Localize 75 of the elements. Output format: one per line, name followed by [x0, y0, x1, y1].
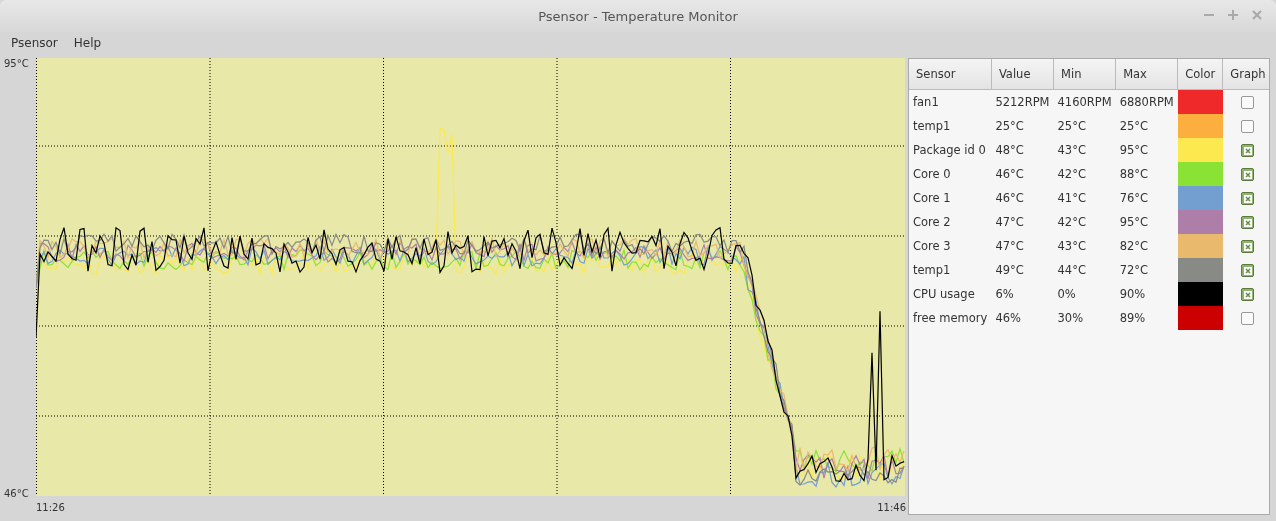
- table-cell-text: 46°C: [994, 190, 1025, 207]
- table-cell-text: 43°C: [1056, 142, 1087, 159]
- table-cell-text: 41°C: [1056, 190, 1087, 207]
- color-swatch[interactable]: [1177, 258, 1223, 282]
- table-cell-text: 44°C: [1056, 262, 1087, 279]
- table-cell-text: 43°C: [1056, 238, 1087, 255]
- table-cell: 72°C: [1115, 258, 1178, 282]
- table-cell-text: Core 0: [912, 166, 952, 183]
- table-cell-text: Package id 0: [912, 142, 987, 159]
- table-cell-text: 42°C: [1056, 214, 1087, 231]
- color-swatch[interactable]: [1177, 89, 1223, 114]
- table-cell-text: 47°C: [994, 214, 1025, 231]
- table-cell-text: 42°C: [1056, 166, 1087, 183]
- window-title: Psensor - Temperature Monitor: [538, 8, 738, 24]
- table-cell-text: 30%: [1056, 310, 1085, 327]
- column-header[interactable]: Sensor: [909, 59, 992, 90]
- table-cell: 6880RPM: [1115, 89, 1178, 114]
- graph-checkbox[interactable]: [1241, 168, 1255, 181]
- column-header[interactable]: Graph: [1222, 59, 1269, 90]
- table-cell: 95°C: [1115, 210, 1178, 234]
- table-cell: 88°C: [1115, 162, 1178, 186]
- graph-checkbox[interactable]: [1241, 240, 1255, 253]
- table-cell-text: temp1: [912, 262, 952, 279]
- column-header[interactable]: Max: [1115, 59, 1178, 90]
- table-cell-text: Core 2: [912, 214, 952, 231]
- table-cell-text: 49°C: [994, 262, 1025, 279]
- table-cell-text: 46%: [994, 310, 1022, 327]
- menu-item[interactable]: Help: [65, 36, 110, 50]
- table-cell: 25°C: [1115, 114, 1178, 138]
- graph-checkbox[interactable]: [1241, 144, 1255, 157]
- table-cell: 90%: [1115, 282, 1178, 306]
- table-cell-text: Core 1: [912, 190, 952, 207]
- table-cell-text: 0%: [1056, 286, 1077, 303]
- column-header[interactable]: Color: [1177, 59, 1223, 90]
- axis-label: 95°C: [4, 58, 30, 69]
- close-icon[interactable]: [1252, 10, 1262, 20]
- table-cell-text: CPU usage: [912, 286, 976, 303]
- graph-checkbox[interactable]: [1241, 96, 1255, 109]
- graph-checkbox[interactable]: [1241, 192, 1255, 205]
- menu-item[interactable]: Psensor: [3, 36, 66, 50]
- table-cell-text: 25°C: [1056, 118, 1087, 135]
- table-cell: 82°C: [1115, 234, 1178, 258]
- table-cell-text: 48°C: [994, 142, 1025, 159]
- table-cell: fan1: [909, 89, 992, 114]
- table-cell-text: free memory: [912, 310, 989, 327]
- color-swatch[interactable]: [1177, 210, 1223, 234]
- table-cell: 4160RPM: [1053, 89, 1116, 114]
- graph-checkbox[interactable]: [1241, 312, 1255, 325]
- column-header[interactable]: Value: [991, 59, 1054, 90]
- table-cell: 76°C: [1115, 186, 1178, 210]
- color-swatch[interactable]: [1177, 282, 1223, 306]
- color-swatch[interactable]: [1177, 234, 1223, 258]
- table-cell: 89%: [1115, 306, 1178, 330]
- table-cell-text: 46°C: [994, 166, 1025, 183]
- column-header[interactable]: Min: [1053, 59, 1116, 90]
- color-swatch[interactable]: [1177, 162, 1223, 186]
- graph-checkbox[interactable]: [1241, 264, 1255, 277]
- graph-checkbox[interactable]: [1241, 216, 1255, 229]
- table-cell-text: 25°C: [994, 118, 1025, 135]
- table-cell: 5212RPM: [991, 89, 1054, 114]
- color-swatch[interactable]: [1177, 186, 1223, 210]
- axis-label: 11:46: [877, 501, 906, 513]
- axis-label: 46°C: [4, 488, 30, 499]
- color-swatch[interactable]: [1177, 306, 1223, 330]
- table-cell-text: Core 3: [912, 238, 952, 255]
- maximize-icon[interactable]: [1228, 10, 1238, 20]
- axis-label: 11:26: [36, 501, 65, 513]
- graph-checkbox[interactable]: [1241, 120, 1255, 133]
- graph-checkbox[interactable]: [1241, 288, 1255, 301]
- table-cell-text: 47°C: [994, 238, 1025, 255]
- color-swatch[interactable]: [1177, 138, 1223, 162]
- table-cell-text: 6%: [994, 286, 1015, 303]
- color-swatch[interactable]: [1177, 114, 1223, 138]
- table-cell-text: temp1: [912, 118, 952, 135]
- table-cell: 95°C: [1115, 138, 1178, 162]
